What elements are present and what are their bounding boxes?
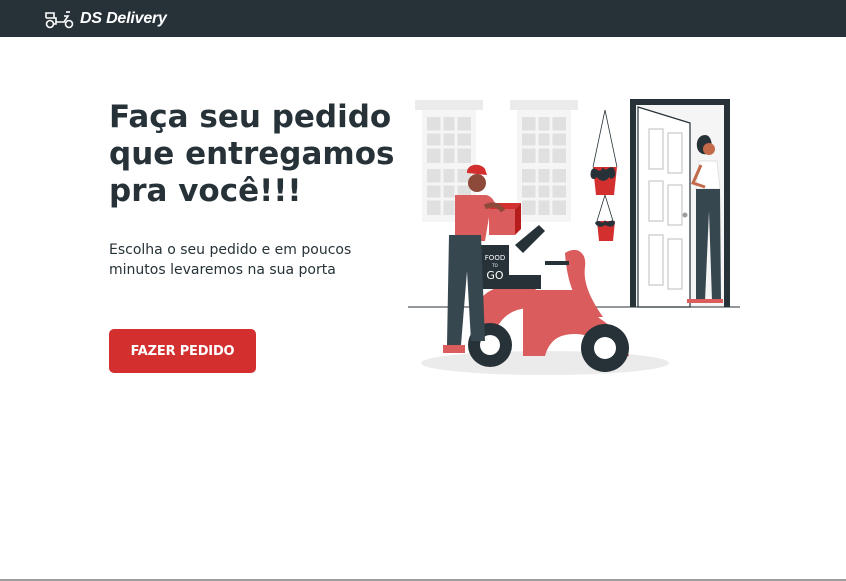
delivery-illustration: FOOD TO GO: [408, 99, 740, 375]
scooter-icon: [45, 10, 74, 28]
hanging-plants: [590, 109, 618, 241]
navbar: DS Delivery: [0, 0, 846, 37]
brand-name: DS Delivery: [80, 9, 167, 27]
box-label-go: GO: [486, 269, 504, 282]
hero-title: Faça seu pedido que entregamos pra você!…: [109, 99, 395, 209]
brand-link[interactable]: DS Delivery: [44, 9, 167, 29]
box-label-food: FOOD: [485, 254, 505, 262]
box-label-to: TO: [491, 263, 498, 268]
fazer-pedido-button[interactable]: FAZER PEDIDO: [109, 329, 256, 373]
hero-subtitle: Escolha o seu pedido e em poucos minutos…: [109, 242, 352, 278]
